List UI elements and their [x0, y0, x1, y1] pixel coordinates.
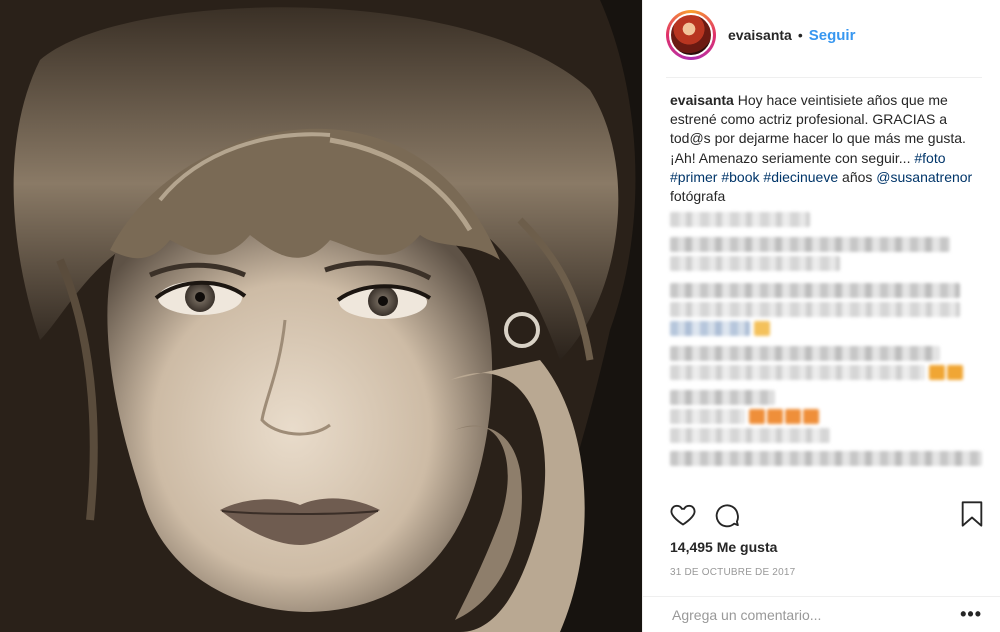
likes-count[interactable]: 14,495 Me gusta — [670, 539, 777, 555]
blurred-comments — [670, 212, 985, 470]
blurred-comment-line — [670, 321, 750, 336]
bookmark-icon[interactable] — [959, 500, 985, 533]
blurred-emoji — [947, 365, 963, 380]
blurred-comment-line — [670, 451, 982, 466]
portrait-image — [0, 0, 642, 632]
post-header: evaisanta • Seguir — [643, 0, 1000, 70]
avatar[interactable] — [669, 13, 713, 57]
blurred-comment-line — [670, 409, 745, 424]
blurred-emoji — [929, 365, 945, 380]
hashtag-link[interactable]: #diecinueve — [763, 169, 838, 185]
blurred-comment-line — [670, 256, 840, 271]
blurred-emoji — [754, 321, 770, 336]
blurred-comment-line — [670, 302, 960, 317]
comment-bar: ••• — [643, 597, 1000, 632]
blurred-emoji — [749, 409, 765, 424]
caption-username[interactable]: evaisanta — [670, 92, 734, 108]
header-divider — [666, 77, 982, 78]
post-caption: evaisanta Hoy hace veintisiete años que … — [670, 91, 990, 206]
header-username[interactable]: evaisanta — [728, 27, 792, 43]
caption-text-continued: años — [838, 168, 877, 185]
more-options-icon[interactable]: ••• — [960, 604, 982, 625]
blurred-emoji — [767, 409, 783, 424]
blurred-comment-line — [670, 428, 830, 443]
blurred-comment-line — [670, 283, 960, 298]
mention-link[interactable]: @susanatrenor — [876, 169, 972, 185]
blurred-comment-line — [670, 365, 925, 380]
post-photo[interactable] — [0, 0, 642, 632]
caption-text-end: fotógrafa — [670, 188, 726, 205]
blurred-comment-line — [670, 390, 775, 405]
comment-icon[interactable] — [713, 500, 741, 533]
blurred-emoji — [785, 409, 801, 424]
separator-dot: • — [797, 27, 803, 43]
post-date[interactable]: 31 DE OCTUBRE DE 2017 — [670, 567, 795, 578]
blurred-comment-line — [670, 346, 940, 361]
blurred-emoji — [803, 409, 819, 424]
hashtag-link[interactable]: #primer — [670, 169, 717, 185]
comment-input[interactable] — [672, 606, 961, 623]
hashtag-link[interactable]: #book — [721, 169, 759, 185]
hashtag-link[interactable]: #foto — [914, 150, 945, 166]
blurred-comment-line — [670, 212, 810, 227]
post-sidebar: evaisanta • Seguir evaisanta Hoy hace ve… — [642, 0, 1000, 632]
action-bar — [669, 500, 985, 532]
avatar-ring[interactable] — [666, 10, 716, 60]
follow-button[interactable]: Seguir — [809, 27, 856, 44]
heart-icon[interactable] — [669, 500, 697, 533]
blurred-comment-line — [670, 237, 950, 252]
